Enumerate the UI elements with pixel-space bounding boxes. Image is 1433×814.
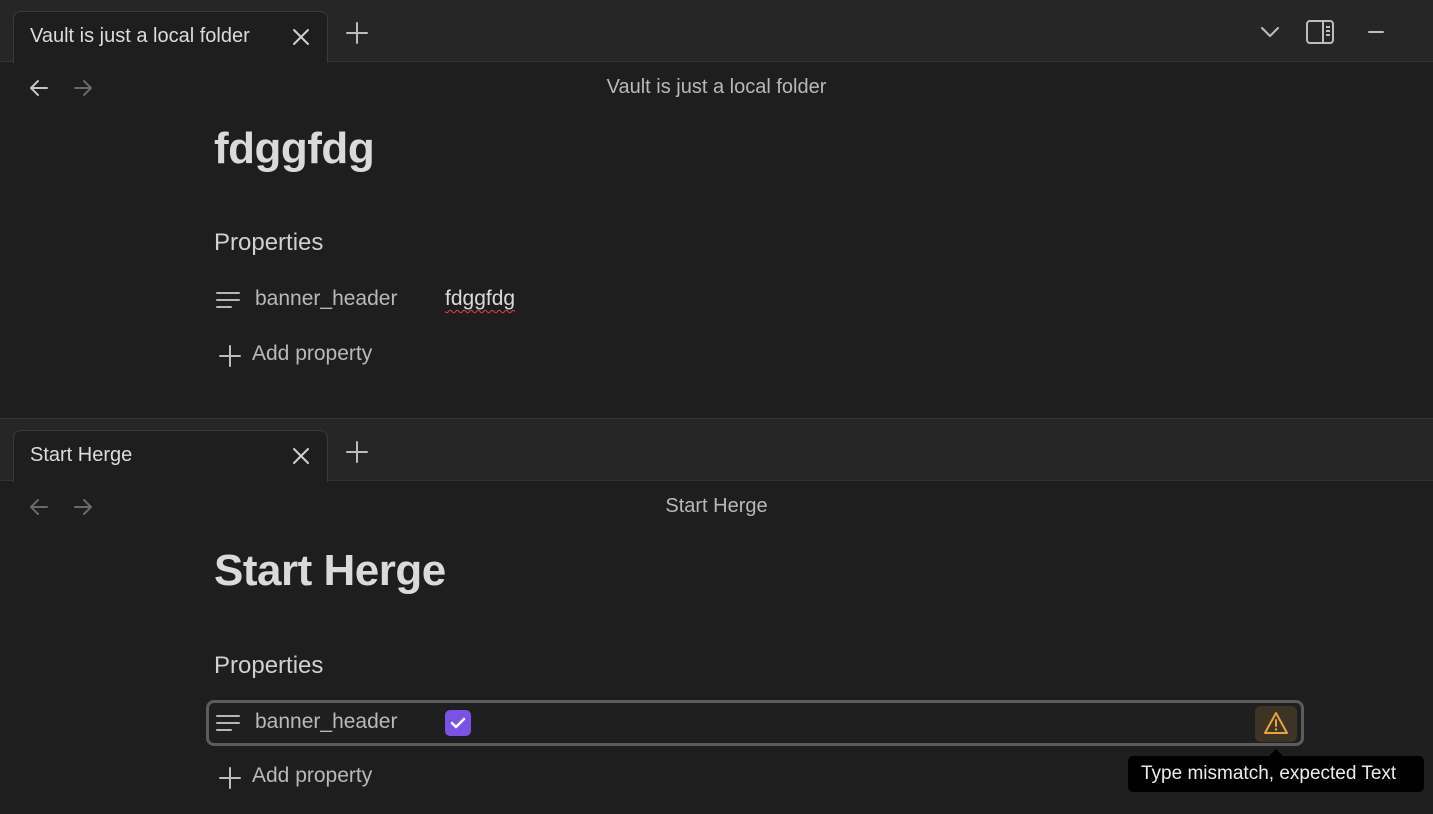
navigation-bar: Start Herge [0, 481, 1433, 535]
plus-icon [219, 767, 241, 789]
view-header-title[interactable]: Vault is just a local folder [0, 76, 1433, 99]
bottom-pane: Start Herge Start Herge Start Herge Prop… [0, 419, 1433, 814]
navigation-bar: Vault is just a local folder [0, 62, 1433, 116]
chevron-down-icon[interactable] [1255, 18, 1285, 46]
minimize-icon[interactable] [1361, 18, 1391, 46]
tab-bar: Start Herge [0, 419, 1433, 482]
property-row[interactable]: banner_header [206, 700, 1304, 746]
note-title[interactable]: Start Herge [214, 546, 446, 596]
plus-icon[interactable] [344, 439, 370, 465]
top-pane: Vault is just a local folder Vault is ju… [0, 0, 1433, 418]
add-property-label: Add property [252, 342, 373, 365]
tooltip-text: Type mismatch, expected Text [1141, 763, 1397, 784]
text-lines-icon[interactable] [215, 289, 241, 311]
property-value[interactable]: fdggfdg [445, 287, 515, 311]
tab-label: Vault is just a local folder [30, 25, 250, 47]
close-icon[interactable] [291, 446, 311, 466]
close-icon[interactable] [291, 27, 311, 47]
note-title[interactable]: fdggfdg [214, 124, 375, 174]
tab-label: Start Herge [30, 444, 133, 466]
tab-start-herge[interactable]: Start Herge [13, 430, 328, 482]
property-checkbox[interactable] [445, 710, 471, 736]
sidebar-toggle-icon[interactable] [1305, 18, 1335, 46]
warning-triangle-icon [1264, 712, 1288, 734]
view-header-title[interactable]: Start Herge [0, 495, 1433, 518]
text-lines-icon[interactable] [215, 712, 241, 734]
properties-heading[interactable]: Properties [214, 652, 323, 680]
tooltip-arrow [1269, 749, 1283, 756]
tab-vault-folder[interactable]: Vault is just a local folder [13, 11, 328, 63]
tab-bar: Vault is just a local folder [0, 0, 1433, 63]
checkmark-icon [450, 717, 466, 729]
plus-icon[interactable] [344, 20, 370, 46]
property-row[interactable]: banner_header fdggfdg [206, 277, 1304, 323]
add-property-label: Add property [252, 764, 373, 787]
properties-heading[interactable]: Properties [214, 229, 323, 257]
type-mismatch-button[interactable] [1255, 706, 1297, 742]
property-key[interactable]: banner_header [255, 710, 397, 734]
property-key[interactable]: banner_header [255, 287, 397, 311]
tooltip: Type mismatch, expected Text [1128, 749, 1424, 792]
plus-icon [219, 345, 241, 367]
